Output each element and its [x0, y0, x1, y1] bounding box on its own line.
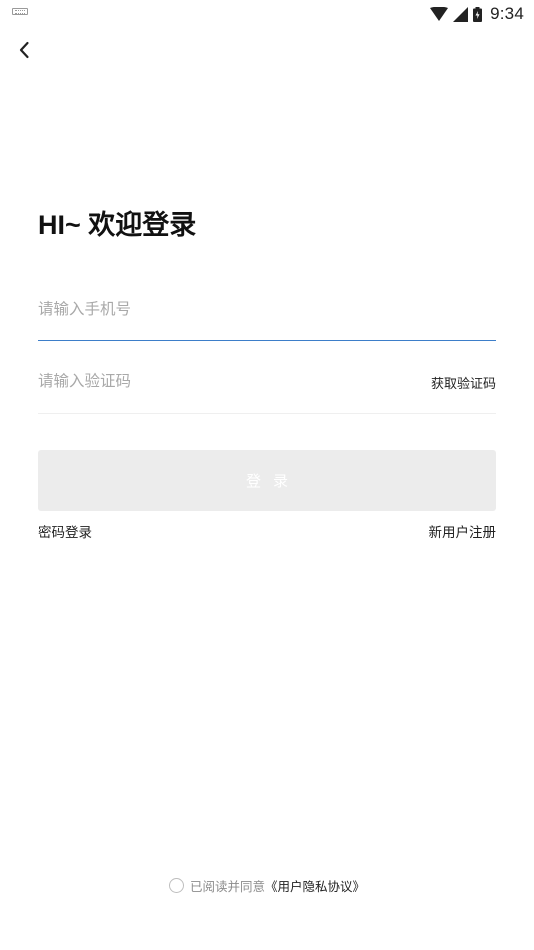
- agreement-row: 已阅读并同意 《用户隐私协议》: [0, 876, 534, 895]
- back-button[interactable]: [8, 34, 40, 66]
- battery-icon: [473, 6, 483, 22]
- status-bar: 9:34: [0, 0, 534, 28]
- code-field: 获取验证码: [38, 366, 496, 414]
- page-title: HI~ 欢迎登录: [38, 210, 197, 240]
- agree-radio[interactable]: [168, 878, 184, 893]
- phone-input[interactable]: [38, 294, 496, 324]
- phone-field: [38, 294, 496, 341]
- cellular-signal-icon: [453, 6, 469, 22]
- status-time: 9:34: [490, 4, 524, 23]
- keyboard-icon: [12, 8, 28, 15]
- agreement-text: 已阅读并同意: [189, 879, 265, 894]
- wifi-icon: [430, 7, 449, 21]
- login-button[interactable]: 登录: [38, 450, 496, 511]
- chevron-left-icon: [19, 41, 29, 59]
- privacy-policy-link[interactable]: 《用户隐私协议》: [265, 876, 365, 895]
- get-code-button[interactable]: 获取验证码: [431, 373, 496, 392]
- status-icons: 9:34: [430, 3, 524, 25]
- register-link[interactable]: 新用户注册: [429, 521, 497, 541]
- password-login-link[interactable]: 密码登录: [38, 521, 92, 541]
- verification-code-input[interactable]: [38, 366, 368, 396]
